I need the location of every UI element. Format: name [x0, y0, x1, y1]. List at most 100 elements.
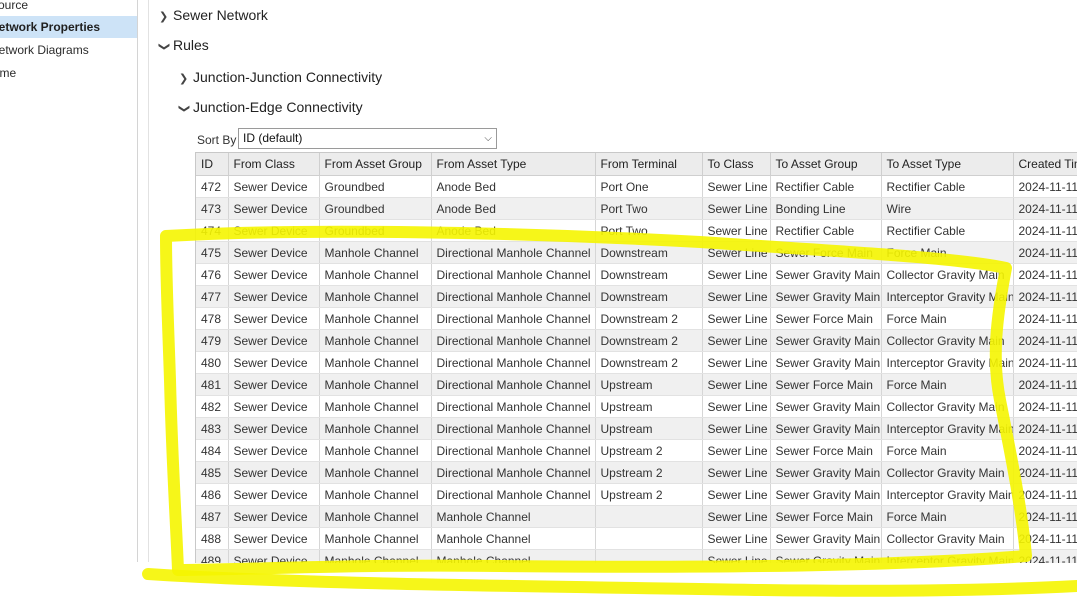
table-cell: Directional Manhole Channel: [431, 351, 596, 374]
tree-node-label: Junction-Junction Connectivity: [193, 69, 383, 85]
table-cell: Downstream: [595, 263, 703, 286]
column-header[interactable]: Created Time: [1013, 153, 1077, 176]
table-cell: [595, 549, 703, 563]
table-row[interactable]: 474 Sewer Device Groundbed Anode Bed Port Tw…: [196, 219, 1077, 242]
tree-node-rules[interactable]: ❯ Rules: [158, 34, 209, 56]
column-header[interactable]: From Terminal: [595, 153, 703, 176]
table-row[interactable]: 477 Sewer Device Manhole Channel Directiona…: [196, 285, 1077, 308]
chevron-right-icon[interactable]: ❯: [159, 6, 173, 28]
table-cell: 2024-11-11: [1013, 197, 1077, 220]
table-cell: Sewer Device: [228, 263, 320, 286]
table-cell: Sewer Gravity Main: [770, 417, 882, 440]
table-cell: Sewer Line: [702, 483, 771, 506]
column-header[interactable]: To Asset Group: [770, 153, 882, 176]
table-cell: Sewer Force Main: [770, 373, 882, 396]
nav-item-source[interactable]: Source: [0, 0, 137, 16]
table-cell: Sewer Line: [702, 373, 771, 396]
table-cell: 2024-11-11: [1013, 351, 1077, 374]
table-cell: Anode Bed: [431, 219, 596, 242]
tree-node-junction-edge[interactable]: ❯ Junction-Edge Connectivity: [178, 96, 363, 118]
column-header[interactable]: To Asset Type: [881, 153, 1014, 176]
table-cell: Manhole Channel: [319, 439, 432, 462]
table-cell: Force Main: [881, 439, 1014, 462]
table-cell: Sewer Line: [702, 175, 771, 198]
table-cell: Bonding Line: [770, 197, 882, 220]
column-header[interactable]: ID: [196, 153, 229, 176]
table-cell: 2024-11-11: [1013, 417, 1077, 440]
column-header[interactable]: From Class: [228, 153, 320, 176]
table-cell: Manhole Channel: [319, 241, 432, 264]
table-cell: Directional Manhole Channel: [431, 395, 596, 418]
table-cell: Sewer Force Main: [770, 505, 882, 528]
sort-by-select[interactable]: ID (default) ⌵: [238, 128, 497, 149]
table-cell: Directional Manhole Channel: [431, 373, 596, 396]
chevron-down-icon[interactable]: ⌵: [484, 129, 492, 148]
table-row[interactable]: 485 Sewer Device Manhole Channel Directiona…: [196, 461, 1077, 484]
table-cell: 480: [196, 351, 229, 374]
table-cell: Manhole Channel: [319, 527, 432, 550]
table-row[interactable]: 479 Sewer Device Manhole Channel Directiona…: [196, 329, 1077, 352]
nav-item-time[interactable]: Time: [0, 62, 137, 84]
table-cell: 2024-11-11: [1013, 175, 1077, 198]
table-cell: Collector Gravity Main: [881, 263, 1014, 286]
table-cell: Directional Manhole Channel: [431, 417, 596, 440]
rules-table[interactable]: ID From Class From Asset Group From Asset T…: [195, 152, 1077, 563]
table-cell: Sewer Gravity Main: [770, 351, 882, 374]
sort-by-label: Sort By: [197, 133, 237, 147]
table-cell: Force Main: [881, 307, 1014, 330]
table-cell: Sewer Device: [228, 417, 320, 440]
table-cell: Sewer Gravity Main: [770, 329, 882, 352]
nav-item-label: Time: [0, 66, 17, 80]
table-cell: Rectifier Cable: [881, 219, 1014, 242]
table-row[interactable]: 475 Sewer Device Manhole Channel Directiona…: [196, 241, 1077, 264]
table-cell: 488: [196, 527, 229, 550]
table-cell: Port Two: [595, 197, 703, 220]
table-row[interactable]: 484 Sewer Device Manhole Channel Directiona…: [196, 439, 1077, 462]
table-row[interactable]: 489 Sewer Device Manhole Channel Manhole Ch…: [196, 549, 1077, 563]
table-row[interactable]: 487 Sewer Device Manhole Channel Manhole Ch…: [196, 505, 1077, 528]
table-cell: Anode Bed: [431, 175, 596, 198]
table-row[interactable]: 488 Sewer Device Manhole Channel Manhole Ch…: [196, 527, 1077, 550]
table-cell: [595, 505, 703, 528]
table-cell: Upstream: [595, 417, 703, 440]
chevron-down-icon[interactable]: ❯: [153, 42, 175, 52]
table-cell: Sewer Gravity Main: [770, 461, 882, 484]
column-header[interactable]: To Class: [702, 153, 771, 176]
table-cell: 473: [196, 197, 229, 220]
table-cell: Manhole Channel: [319, 417, 432, 440]
table-row[interactable]: 483 Sewer Device Manhole Channel Directiona…: [196, 417, 1077, 440]
table-cell: 2024-11-11: [1013, 307, 1077, 330]
column-header[interactable]: From Asset Type: [431, 153, 596, 176]
table-row[interactable]: 472 Sewer Device Groundbed Anode Bed Port On…: [196, 175, 1077, 198]
table-cell: Sewer Line: [702, 329, 771, 352]
table-cell: Manhole Channel: [431, 527, 596, 550]
table-cell: Interceptor Gravity Main: [881, 483, 1014, 506]
table-cell: 2024-11-11: [1013, 241, 1077, 264]
chevron-down-icon[interactable]: ❯: [173, 104, 195, 114]
table-row[interactable]: 486 Sewer Device Manhole Channel Directiona…: [196, 483, 1077, 506]
tree-node-sewer-network[interactable]: ❯ Sewer Network: [159, 4, 268, 26]
nav-item-network-diagrams[interactable]: Network Diagrams: [0, 39, 137, 61]
table-cell: Upstream: [595, 395, 703, 418]
table-cell: Sewer Device: [228, 483, 320, 506]
table-row[interactable]: 481 Sewer Device Manhole Channel Directiona…: [196, 373, 1077, 396]
table-cell: 487: [196, 505, 229, 528]
table-cell: Groundbed: [319, 197, 432, 220]
table-row[interactable]: 480 Sewer Device Manhole Channel Directiona…: [196, 351, 1077, 374]
table-cell: Groundbed: [319, 219, 432, 242]
table-cell: Manhole Channel: [431, 549, 596, 563]
column-header[interactable]: From Asset Group: [319, 153, 432, 176]
chevron-right-icon[interactable]: ❯: [179, 68, 193, 90]
table-cell: Collector Gravity Main: [881, 395, 1014, 418]
tree-node-junction-junction[interactable]: ❯ Junction-Junction Connectivity: [179, 66, 382, 88]
table-cell: 2024-11-11: [1013, 285, 1077, 308]
table-row[interactable]: 473 Sewer Device Groundbed Anode Bed Port Tw…: [196, 197, 1077, 220]
table-cell: Sewer Device: [228, 549, 320, 563]
table-cell: Downstream 2: [595, 307, 703, 330]
table-row[interactable]: 476 Sewer Device Manhole Channel Directiona…: [196, 263, 1077, 286]
table-cell: Sewer Gravity Main: [770, 527, 882, 550]
nav-item-network-properties[interactable]: Network Properties: [0, 16, 137, 38]
table-cell: Manhole Channel: [319, 395, 432, 418]
table-row[interactable]: 482 Sewer Device Manhole Channel Directiona…: [196, 395, 1077, 418]
table-row[interactable]: 478 Sewer Device Manhole Channel Directiona…: [196, 307, 1077, 330]
